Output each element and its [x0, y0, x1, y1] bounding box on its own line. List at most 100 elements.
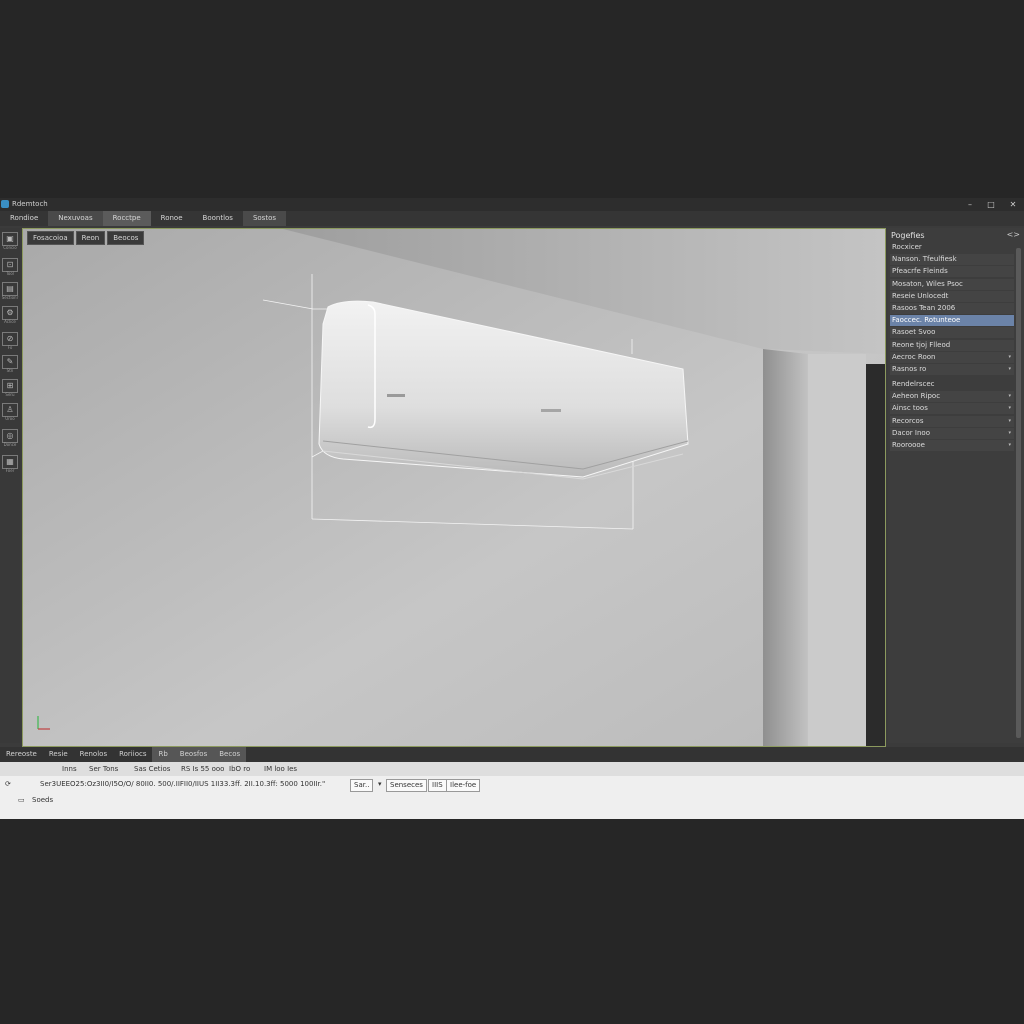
- bottom-tab-basics[interactable]: Becos: [213, 747, 247, 762]
- menu-item-objects[interactable]: Boontlos: [193, 211, 243, 226]
- window-title: Rdemtoch: [12, 200, 48, 208]
- property-row[interactable]: Rasoos Tean 2006: [890, 303, 1014, 314]
- dropdown-arrow-icon[interactable]: ▾: [1008, 428, 1011, 439]
- command-row: ⟳ Ser3UEEO25:Oz3II0/I5O/O/ 80II0. 500/.I…: [0, 777, 1024, 792]
- dropdown-arrow-icon[interactable]: ▾: [1008, 352, 1011, 363]
- status-item[interactable]: Ser Tons: [89, 762, 118, 776]
- 3d-viewport[interactable]: Fosacoioa Reon Beocos: [22, 228, 886, 747]
- property-row[interactable]: Aeheon Ripoc ▾: [890, 391, 1014, 403]
- status-item[interactable]: IM loo Ies: [264, 762, 297, 776]
- property-row[interactable]: Aecroc Roon ▾: [890, 351, 1014, 363]
- property-label: Recorcos: [892, 416, 924, 425]
- menu-item-tools[interactable]: Ronoe: [151, 211, 193, 226]
- property-row[interactable]: Rendelrscec: [890, 379, 1014, 390]
- link-tool-icon[interactable]: ⊘: [2, 332, 18, 346]
- command-field-2[interactable]: Senseces: [386, 779, 427, 792]
- tool-caption: Uroo: [5, 416, 15, 421]
- property-row[interactable]: Faoccec. Rotunteoe: [890, 315, 1014, 327]
- pen-tool-icon[interactable]: ✎: [2, 355, 18, 369]
- property-row[interactable]: Reseie Unlocedt: [890, 290, 1014, 302]
- close-button[interactable]: ✕: [1006, 199, 1020, 210]
- panel-collapse-icon[interactable]: <>: [1007, 230, 1020, 239]
- command-field-3[interactable]: IIIS: [428, 779, 447, 792]
- maximize-button[interactable]: □: [984, 199, 998, 210]
- left-toolbar: ▣ Concio ⊡ Tool ▤ Sectionr ⚙ Aclice ⊘ Fo…: [0, 228, 20, 743]
- property-row[interactable]: Nanson. Tfeulfiesk: [890, 254, 1014, 266]
- property-row[interactable]: Rooroooe ▾: [890, 440, 1014, 451]
- log-icon: ▭: [18, 796, 25, 804]
- command-field-4[interactable]: Ilee-foe: [446, 779, 481, 792]
- menu-item-scenes[interactable]: Sostos: [242, 211, 287, 226]
- status-item[interactable]: IbO ro: [229, 762, 250, 776]
- log-row: ▭ Soeds: [0, 793, 1024, 807]
- select-tool-icon[interactable]: ▣: [2, 232, 18, 246]
- menu-item-view[interactable]: Nexuvoas: [48, 211, 103, 226]
- wall-column: [763, 349, 808, 746]
- property-label: Pfeacrfe Fleinds: [892, 267, 948, 276]
- console-panel: Inns Ser Tons Sas Cetios RS Is 55 ooo Ib…: [0, 762, 1024, 819]
- bottom-tab-bones[interactable]: Beosfos: [173, 747, 214, 762]
- property-label: Nanson. Tfeulfiesk: [892, 255, 957, 264]
- status-item[interactable]: RS Is 55 ooo: [181, 762, 224, 776]
- target-tool-icon[interactable]: ◎: [2, 429, 18, 443]
- status-row: Inns Ser Tons Sas Cetios RS Is 55 ooo Ib…: [0, 762, 1024, 776]
- log-text: Soeds: [32, 796, 54, 804]
- layers-tool-icon[interactable]: ▦: [2, 455, 18, 469]
- dropdown-arrow-icon[interactable]: ▾: [1008, 364, 1011, 375]
- property-label: Ainsc toos: [892, 404, 928, 413]
- bottom-tab-resize[interactable]: Resie: [43, 747, 74, 762]
- dropdown-arrow-icon[interactable]: ▾: [378, 777, 382, 791]
- property-row[interactable]: Mosaton, Wiles Psoc: [890, 278, 1014, 290]
- panel-title: Pogefies: [891, 231, 925, 240]
- bottom-tab-rb[interactable]: Rb: [152, 747, 174, 762]
- bottom-tabs: Rereoste Resie Renolos Roriiocs Rb Beosf…: [0, 747, 1024, 762]
- bottom-tab-resources[interactable]: Roriiocs: [113, 747, 152, 762]
- property-row[interactable]: Reone tjoj Flleod: [890, 339, 1014, 351]
- dropdown-arrow-icon[interactable]: ▾: [1008, 403, 1011, 414]
- command-text[interactable]: Ser3UEEO25:Oz3II0/I5O/O/ 80II0. 500/.IIF…: [40, 777, 325, 791]
- application-window: Rdemtoch – □ ✕ Rondioe Nexuvoas Rocctpe …: [0, 198, 1024, 819]
- viewport-tab-objects[interactable]: Beocos: [107, 231, 145, 245]
- figure-tool-icon[interactable]: ♙: [2, 403, 18, 417]
- bottom-tab-renderer[interactable]: Rereoste: [0, 747, 43, 762]
- section-tool-icon[interactable]: ▤: [2, 282, 18, 296]
- doorway: [866, 364, 885, 746]
- property-label: Dacor Inoo: [892, 428, 930, 437]
- viewport-tab-render[interactable]: Reon: [75, 231, 106, 245]
- panel-scrollbar[interactable]: [1016, 248, 1021, 738]
- property-row[interactable]: Rasnos ro ▾: [890, 364, 1014, 375]
- property-label: Rendelrscec: [892, 380, 935, 388]
- properties-panel: Pogefies <> Rocxicer Nanson. Tfeulfiesk Pf…: [888, 228, 1024, 743]
- refresh-icon[interactable]: ⟳: [5, 777, 11, 791]
- settings-tool-icon[interactable]: ⚙: [2, 306, 18, 320]
- bottom-tab-models[interactable]: Renolos: [74, 747, 113, 762]
- status-item[interactable]: Sas Cetios: [134, 762, 170, 776]
- menu-item-file[interactable]: Rondioe: [0, 211, 48, 226]
- tool-caption: Stn: [6, 368, 14, 373]
- command-field-1[interactable]: Sar..: [350, 779, 374, 792]
- property-label: Rooroooe: [892, 441, 925, 449]
- wall-edge: [808, 354, 866, 746]
- dropdown-arrow-icon[interactable]: ▾: [1008, 416, 1011, 427]
- property-row[interactable]: Pfeacrfe Fleinds: [890, 266, 1014, 278]
- property-row[interactable]: Ainsc toos ▾: [890, 403, 1014, 415]
- property-row[interactable]: Rocxicer: [890, 242, 1014, 253]
- menu-bar: Rondioe Nexuvoas Rocctpe Ronoe Boontlos …: [0, 211, 1024, 226]
- property-row[interactable]: Dacor Inoo ▾: [890, 427, 1014, 439]
- dropdown-arrow-icon[interactable]: ▾: [1008, 391, 1011, 402]
- property-label: Reone tjoj Flleod: [892, 340, 951, 349]
- move-tool-icon[interactable]: ⊡: [2, 258, 18, 272]
- property-label: Aeheon Ripoc: [892, 392, 941, 401]
- menu-item-render[interactable]: Rocctpe: [102, 211, 151, 226]
- property-row[interactable]: Rasoet Svoo: [890, 327, 1014, 339]
- property-label: Rasoet Svoo: [892, 328, 936, 337]
- tool-caption: Donce: [3, 442, 17, 447]
- scene-render: [23, 229, 885, 746]
- minimize-button[interactable]: –: [963, 199, 977, 210]
- tool-caption: Seru: [5, 392, 15, 397]
- grid-tool-icon[interactable]: ⊞: [2, 379, 18, 393]
- viewport-tab-perspective[interactable]: Fosacoioa: [27, 231, 74, 245]
- dropdown-arrow-icon[interactable]: ▾: [1008, 440, 1011, 451]
- status-item[interactable]: Inns: [62, 762, 77, 776]
- property-row[interactable]: Recorcos ▾: [890, 415, 1014, 427]
